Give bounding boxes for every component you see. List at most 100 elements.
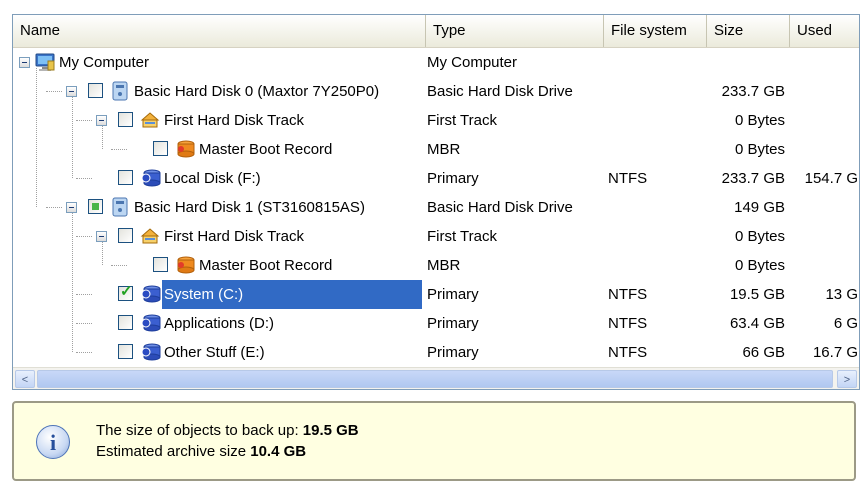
tree-row[interactable]: First Hard Disk Track First Track 0 Bytes bbox=[13, 222, 859, 251]
row-size: 19.5 GB bbox=[729, 286, 785, 303]
row-used bbox=[790, 251, 858, 280]
row-type: Basic Hard Disk Drive bbox=[427, 83, 573, 100]
row-used bbox=[790, 193, 858, 222]
row-size: 0 Bytes bbox=[734, 112, 785, 129]
row-type: Primary bbox=[427, 315, 479, 332]
row-name[interactable]: My Computer bbox=[57, 48, 151, 77]
mbr-icon bbox=[175, 255, 195, 275]
tree-row[interactable]: My Computer My Computer bbox=[13, 48, 859, 77]
horizontal-scrollbar[interactable]: < > bbox=[13, 367, 859, 389]
row-name[interactable]: Other Stuff (E:) bbox=[162, 338, 267, 367]
partition-icon bbox=[140, 168, 161, 188]
tree-connector bbox=[76, 120, 92, 121]
tree-row[interactable]: First Hard Disk Track First Track 0 Bytes bbox=[13, 106, 859, 135]
partition-icon bbox=[140, 313, 161, 333]
row-size: 149 GB bbox=[734, 199, 785, 216]
row-name[interactable]: Master Boot Record bbox=[197, 135, 334, 164]
row-type: MBR bbox=[427, 257, 461, 274]
tree-row[interactable]: Master Boot Record MBR 0 Bytes bbox=[13, 251, 859, 280]
tree-connector bbox=[76, 178, 92, 179]
column-header-used[interactable]: Used bbox=[790, 15, 859, 47]
row-name[interactable]: Applications (D:) bbox=[162, 309, 276, 338]
hard-disk-icon bbox=[110, 197, 130, 217]
tree-row[interactable]: Basic Hard Disk 0 (Maxtor 7Y250P0) Basic … bbox=[13, 77, 859, 106]
tree-row[interactable]: Basic Hard Disk 1 (ST3160815AS) Basic Har… bbox=[13, 193, 859, 222]
backup-size-info-panel: i The size of objects to back up: 19.5 G… bbox=[12, 401, 856, 481]
row-size: 0 Bytes bbox=[734, 228, 785, 245]
tree-connector bbox=[46, 91, 62, 92]
row-checkbox[interactable] bbox=[153, 257, 168, 272]
row-name[interactable]: System (C:) bbox=[162, 280, 422, 309]
hard-disk-icon bbox=[110, 81, 130, 101]
tree-row[interactable]: Other Stuff (E:) Primary NTFS 66 GB 16.7 G bbox=[13, 338, 859, 367]
row-used: 154.7 G bbox=[804, 170, 858, 187]
chevron-left-icon: < bbox=[21, 374, 29, 386]
collapse-toggle[interactable] bbox=[66, 86, 77, 97]
collapse-toggle[interactable] bbox=[66, 202, 77, 213]
row-size: 233.7 GB bbox=[721, 170, 785, 187]
row-type: MBR bbox=[427, 141, 461, 158]
tree-connector bbox=[76, 323, 92, 324]
row-type: Primary bbox=[427, 170, 479, 187]
row-size: 233.7 GB bbox=[721, 83, 785, 100]
column-header-file-system[interactable]: File system bbox=[604, 15, 707, 47]
tree-connector bbox=[102, 126, 103, 149]
archive-size-line: Estimated archive size 10.4 GB bbox=[96, 443, 306, 460]
tree-connector bbox=[111, 149, 127, 150]
backup-size-line: The size of objects to back up: 19.5 GB bbox=[96, 422, 359, 439]
row-size: 0 Bytes bbox=[734, 141, 785, 158]
row-type: Primary bbox=[427, 286, 479, 303]
computer-icon bbox=[35, 52, 55, 72]
row-name[interactable]: Basic Hard Disk 0 (Maxtor 7Y250P0) bbox=[132, 77, 381, 106]
tree-connector bbox=[76, 352, 92, 353]
collapse-toggle[interactable] bbox=[96, 231, 107, 242]
row-used: 16.7 G bbox=[812, 344, 858, 361]
tree-row[interactable]: Applications (D:) Primary NTFS 63.4 GB 6 G bbox=[13, 309, 859, 338]
row-checkbox[interactable] bbox=[153, 141, 168, 156]
row-used bbox=[790, 135, 858, 164]
tree-connector bbox=[102, 242, 103, 265]
row-checkbox[interactable] bbox=[88, 199, 103, 214]
tree-connector bbox=[46, 207, 62, 208]
row-checkbox[interactable] bbox=[88, 83, 103, 98]
row-checkbox[interactable] bbox=[118, 228, 133, 243]
scroll-left-button[interactable]: < bbox=[15, 370, 35, 388]
row-file-system: NTFS bbox=[608, 170, 648, 187]
row-checkbox[interactable] bbox=[118, 344, 133, 359]
column-header-type[interactable]: Type bbox=[426, 15, 604, 47]
disk-tree-list: Name Type File system Size Used My Compu… bbox=[12, 14, 860, 390]
row-name[interactable]: Local Disk (F:) bbox=[162, 164, 263, 193]
collapse-toggle[interactable] bbox=[19, 57, 30, 68]
row-used: 6 G bbox=[833, 315, 858, 332]
tree-connector bbox=[76, 294, 92, 295]
partition-icon bbox=[140, 284, 161, 304]
scroll-thumb[interactable] bbox=[37, 370, 833, 388]
row-type: My Computer bbox=[427, 54, 518, 71]
tree-row[interactable]: Master Boot Record MBR 0 Bytes bbox=[13, 135, 859, 164]
row-size bbox=[707, 48, 785, 77]
row-checkbox[interactable] bbox=[118, 112, 133, 127]
row-type: First Track bbox=[427, 112, 497, 129]
tree-connector bbox=[72, 213, 73, 352]
row-type: Primary bbox=[427, 344, 479, 361]
row-name[interactable]: First Hard Disk Track bbox=[162, 222, 306, 251]
row-checkbox[interactable] bbox=[118, 170, 133, 185]
row-name[interactable]: Basic Hard Disk 1 (ST3160815AS) bbox=[132, 193, 367, 222]
backup-size-value: 19.5 GB bbox=[302, 422, 359, 439]
row-checkbox[interactable] bbox=[118, 282, 133, 301]
row-file-system: NTFS bbox=[608, 344, 648, 361]
tree-row[interactable]: System (C:) Primary NTFS 19.5 GB 13 G bbox=[13, 280, 859, 309]
column-header-name[interactable]: Name bbox=[13, 15, 426, 47]
mbr-icon bbox=[175, 139, 195, 159]
tree-row[interactable]: Local Disk (F:) Primary NTFS 233.7 GB 154.7 … bbox=[13, 164, 859, 193]
row-type: Basic Hard Disk Drive bbox=[427, 199, 573, 216]
row-used bbox=[790, 106, 858, 135]
row-name[interactable]: Master Boot Record bbox=[197, 251, 334, 280]
scroll-right-button[interactable]: > bbox=[837, 370, 857, 388]
column-header-size[interactable]: Size bbox=[707, 15, 790, 47]
collapse-toggle[interactable] bbox=[96, 115, 107, 126]
row-name[interactable]: First Hard Disk Track bbox=[162, 106, 306, 135]
row-checkbox[interactable] bbox=[118, 315, 133, 330]
row-used: 13 G bbox=[825, 286, 858, 303]
tree-connector bbox=[72, 97, 73, 178]
